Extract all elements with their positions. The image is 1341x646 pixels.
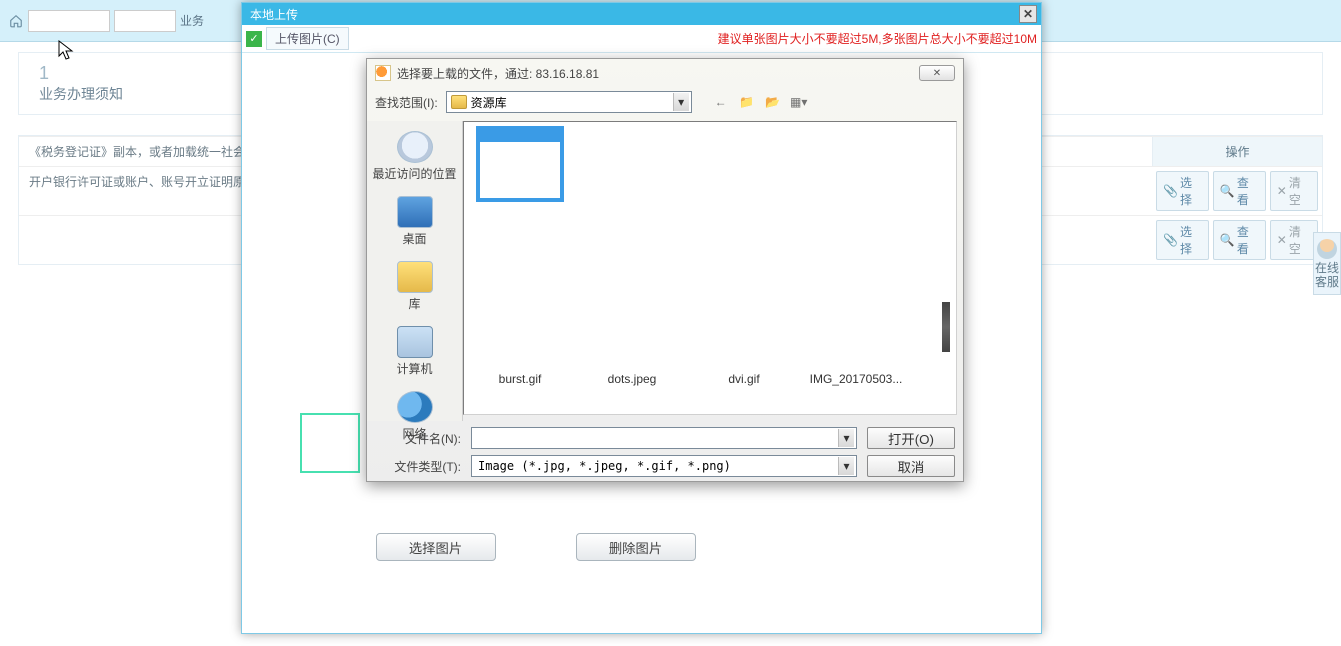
file-dialog-bottom: 文件名(N): ▾ 打开(O) 文件类型(T): Image (*.jpg, *… bbox=[367, 421, 963, 483]
breadcrumb-input-1[interactable] bbox=[28, 10, 110, 32]
avatar-icon bbox=[1317, 239, 1337, 259]
file-name: dots.jpeg bbox=[584, 372, 680, 386]
clear-button[interactable]: ✕清空 bbox=[1270, 220, 1318, 260]
sidebar-item-recent[interactable]: 最近访问的位置 bbox=[367, 125, 462, 188]
open-button[interactable]: 打开(O) bbox=[867, 427, 955, 449]
close-icon: ✕ bbox=[933, 68, 941, 79]
select-button[interactable]: 📎选择 bbox=[1156, 220, 1209, 260]
sidebar-item-label: 桌面 bbox=[369, 230, 460, 247]
places-sidebar: 最近访问的位置 桌面 库 计算机 网络 bbox=[367, 121, 463, 421]
modal-title: 本地上传 bbox=[250, 6, 298, 23]
lookin-row: 查找范围(I): 资源库 ▾ ← 📁 📂 ▦▾ bbox=[367, 87, 963, 121]
file-name: dvi.gif bbox=[696, 372, 792, 386]
breadcrumb-input-2[interactable] bbox=[114, 10, 176, 32]
modal-button-row: 选择图片 删除图片 bbox=[260, 533, 811, 561]
view-button[interactable]: 🔍查看 bbox=[1213, 220, 1266, 260]
select-image-button[interactable]: 选择图片 bbox=[376, 533, 496, 561]
filetype-value: Image (*.jpg, *.jpeg, *.gif, *.png) bbox=[478, 459, 731, 473]
new-folder-icon[interactable]: 📂 bbox=[764, 93, 782, 111]
lookin-value: 资源库 bbox=[471, 94, 673, 111]
network-icon bbox=[397, 391, 433, 423]
image-thumbnail[interactable] bbox=[300, 413, 360, 473]
check-icon: ✓ bbox=[246, 31, 262, 47]
computer-icon bbox=[397, 326, 433, 358]
cancel-button[interactable]: 取消 bbox=[867, 455, 955, 477]
sidebar-item-libraries[interactable]: 库 bbox=[367, 255, 462, 318]
chevron-down-icon[interactable]: ▾ bbox=[838, 457, 854, 475]
desktop-icon bbox=[397, 196, 433, 228]
view-menu-icon[interactable]: ▦▾ bbox=[790, 93, 808, 111]
file-dialog: 选择要上载的文件，通过: 83.16.18.81 ✕ 查找范围(I): 资源库 … bbox=[366, 58, 964, 482]
search-icon: 🔍 bbox=[1220, 233, 1235, 247]
sidebar-item-label: 库 bbox=[369, 295, 460, 312]
upload-image-button[interactable]: 上传图片(C) bbox=[266, 27, 349, 50]
sidebar-item-computer[interactable]: 计算机 bbox=[367, 320, 462, 383]
recent-places-icon bbox=[397, 131, 433, 163]
file-thumb-strip bbox=[942, 302, 950, 352]
filename-label: 文件名(N): bbox=[375, 430, 461, 447]
close-icon: ✕ bbox=[1023, 7, 1033, 21]
chevron-down-icon[interactable]: ▾ bbox=[673, 93, 689, 111]
x-icon: ✕ bbox=[1277, 233, 1287, 247]
filetype-label: 文件类型(T): bbox=[375, 458, 461, 475]
filename-input[interactable]: ▾ bbox=[471, 427, 857, 449]
file-name: burst.gif bbox=[472, 372, 568, 386]
select-button[interactable]: 📎选择 bbox=[1156, 171, 1209, 211]
delete-image-button[interactable]: 删除图片 bbox=[576, 533, 696, 561]
chevron-down-icon[interactable]: ▾ bbox=[838, 429, 854, 447]
nav-icons: ← 📁 📂 ▦▾ bbox=[712, 93, 808, 111]
sidebar-item-label: 最近访问的位置 bbox=[369, 165, 460, 182]
paperclip-icon: 📎 bbox=[1163, 233, 1178, 247]
dialog-logo-icon bbox=[375, 65, 391, 81]
online-service-widget[interactable]: 在线客服 bbox=[1313, 232, 1341, 295]
modal-titlebar: 本地上传 ✕ bbox=[242, 3, 1041, 25]
back-icon[interactable]: ← bbox=[712, 93, 730, 111]
business-label: 业务 bbox=[180, 12, 204, 29]
file-item[interactable]: burst.gif bbox=[472, 372, 568, 386]
sidebar-item-label: 计算机 bbox=[369, 360, 460, 377]
home-icon[interactable] bbox=[8, 13, 24, 29]
file-item[interactable]: dvi.gif bbox=[696, 372, 792, 386]
file-item[interactable]: dots.jpeg bbox=[584, 372, 680, 386]
row-ops: 📎选择 🔍查看 ✕清空 bbox=[1152, 216, 1322, 264]
up-folder-icon[interactable]: 📁 bbox=[738, 93, 756, 111]
libraries-icon bbox=[397, 261, 433, 293]
row-ops: 📎选择 🔍查看 ✕清空 bbox=[1152, 167, 1322, 215]
x-icon: ✕ bbox=[1277, 184, 1287, 198]
file-dialog-title: 选择要上载的文件，通过: 83.16.18.81 bbox=[397, 65, 599, 82]
modal-toolbar: ✓ 上传图片(C) 建议单张图片大小不要超过5M,多张图片总大小不要超过10M bbox=[242, 25, 1041, 53]
file-item[interactable]: IMG_20170503... bbox=[808, 372, 904, 386]
side-widget-label: 在线客服 bbox=[1314, 261, 1340, 290]
lookin-combo[interactable]: 资源库 ▾ bbox=[446, 91, 692, 113]
paperclip-icon: 📎 bbox=[1163, 184, 1178, 198]
upload-hint: 建议单张图片大小不要超过5M,多张图片总大小不要超过10M bbox=[718, 30, 1037, 47]
sidebar-item-desktop[interactable]: 桌面 bbox=[367, 190, 462, 253]
search-icon: 🔍 bbox=[1220, 184, 1235, 198]
file-dialog-titlebar: 选择要上载的文件，通过: 83.16.18.81 ✕ bbox=[367, 59, 963, 87]
file-thumb bbox=[478, 128, 562, 200]
view-button[interactable]: 🔍查看 bbox=[1213, 171, 1266, 211]
clear-button[interactable]: ✕清空 bbox=[1270, 171, 1318, 211]
folder-icon bbox=[451, 95, 467, 109]
file-dialog-close-button[interactable]: ✕ bbox=[919, 65, 955, 81]
file-dialog-main: 最近访问的位置 桌面 库 计算机 网络 bbox=[367, 121, 963, 421]
modal-close-button[interactable]: ✕ bbox=[1019, 5, 1037, 23]
file-list[interactable]: burst.gif dots.jpeg dvi.gif IMG_20170503… bbox=[463, 121, 957, 415]
file-item[interactable] bbox=[472, 128, 568, 204]
filetype-combo[interactable]: Image (*.jpg, *.jpeg, *.gif, *.png) ▾ bbox=[471, 455, 857, 477]
lookin-label: 查找范围(I): bbox=[375, 94, 438, 111]
ops-header: 操作 bbox=[1152, 137, 1322, 166]
file-name: IMG_20170503... bbox=[808, 372, 904, 386]
